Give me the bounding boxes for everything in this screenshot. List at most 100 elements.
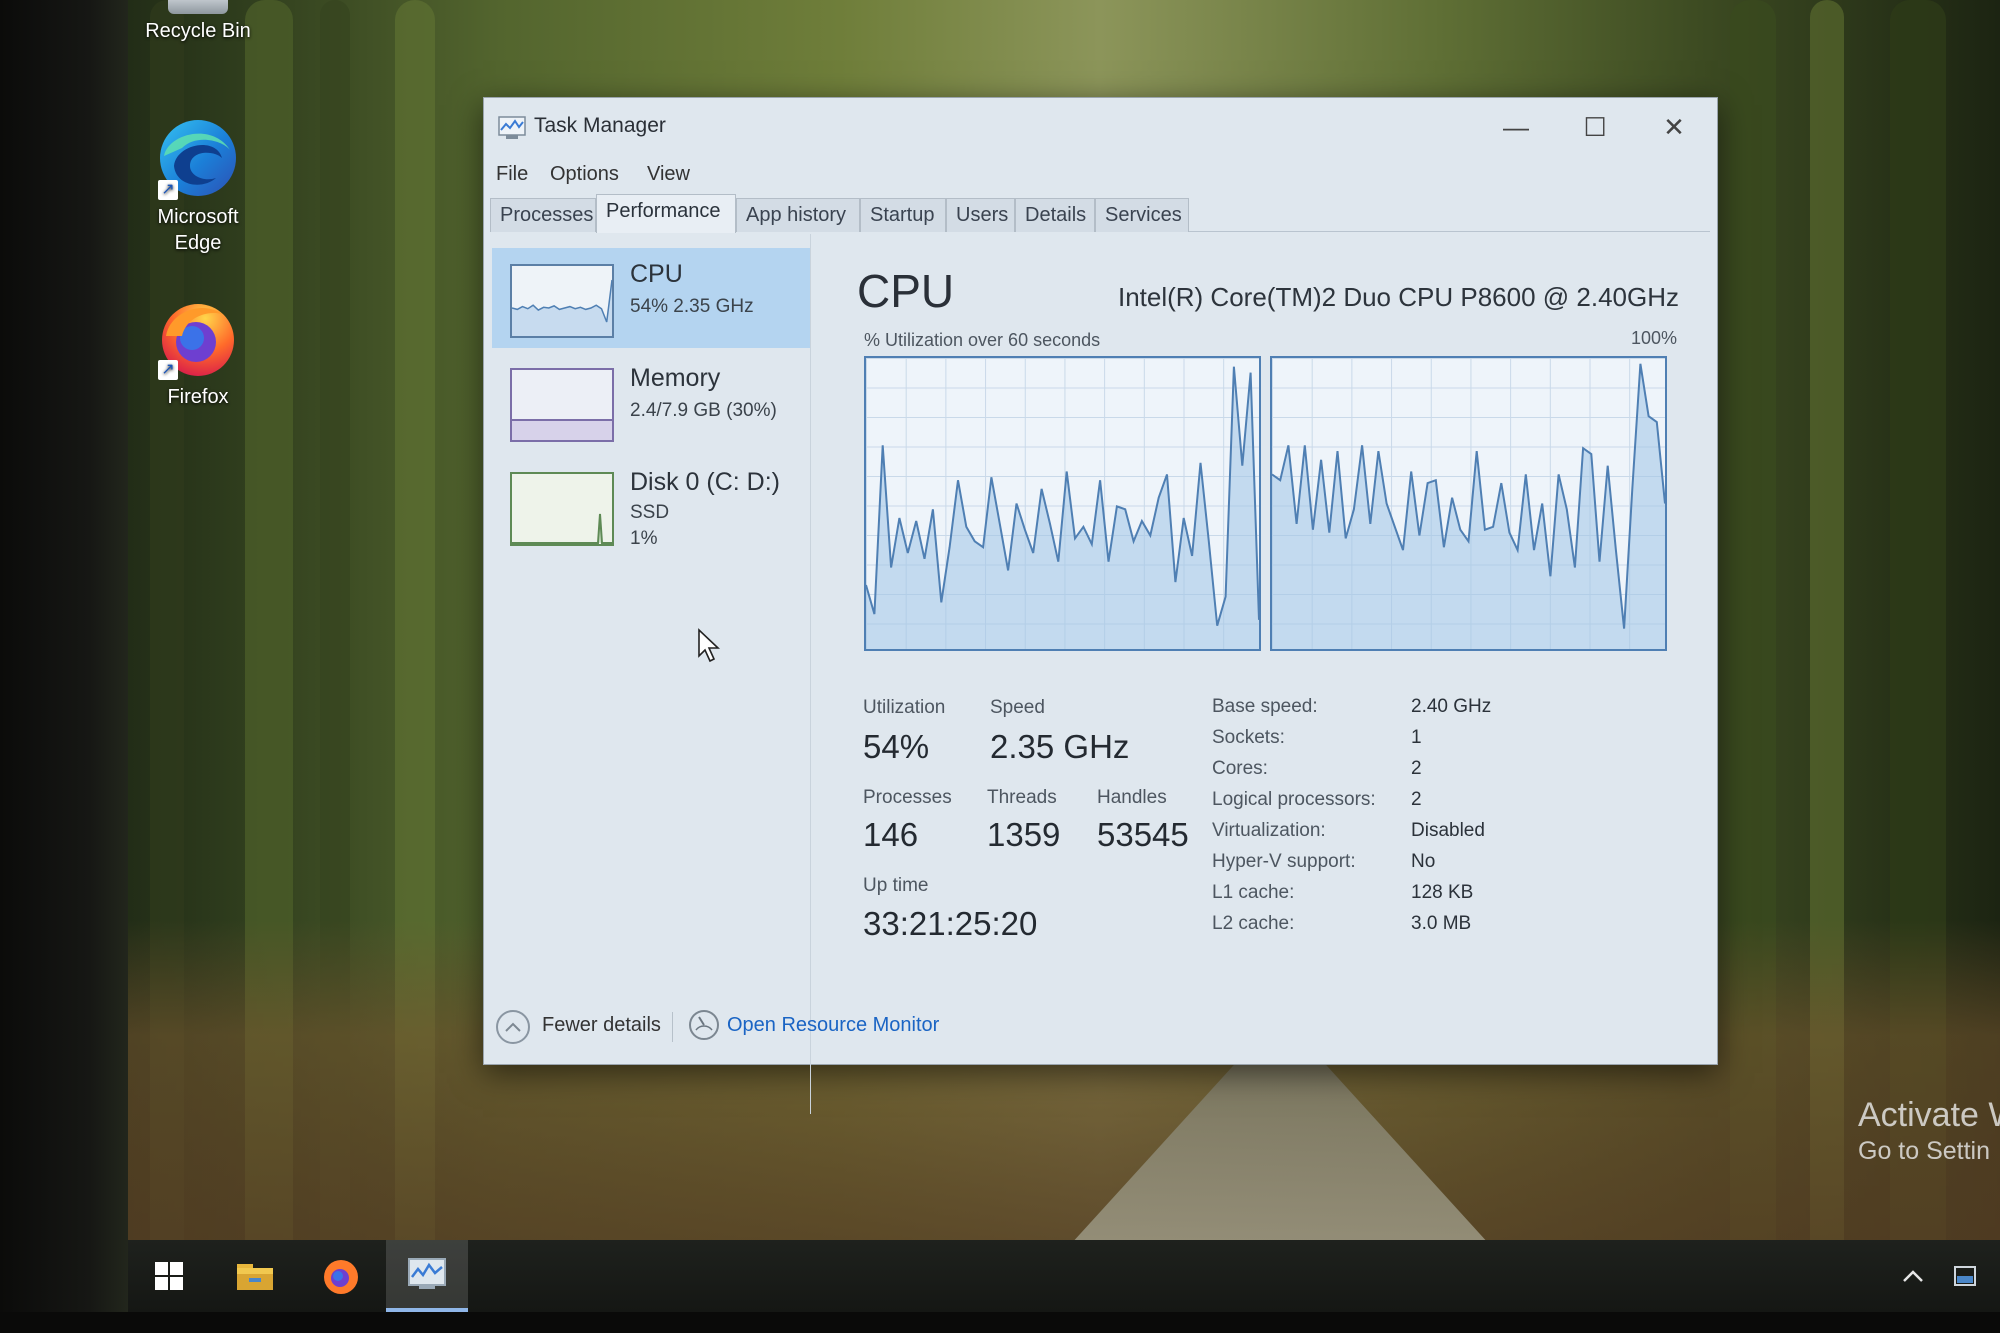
close-icon: ✕ — [1663, 111, 1685, 142]
desktop-icon-firefox[interactable]: ↗ Firefox — [128, 296, 268, 410]
firefox-icon — [324, 1260, 358, 1294]
sidebar-item-memory[interactable]: Memory 2.4/7.9 GB (30%) — [492, 352, 810, 452]
sidebar-item-detail: 54% 2.35 GHz — [630, 296, 754, 317]
activation-watermark: Activate W Go to Settin — [1858, 1095, 2000, 1167]
cpu-core-graph-0 — [864, 356, 1261, 651]
sidebar-item-title: CPU — [630, 260, 683, 288]
spec-key: Hyper-V support: — [1212, 851, 1356, 872]
start-button[interactable] — [128, 1240, 210, 1312]
tab-strip: Processes Performance App history Startu… — [490, 194, 1710, 233]
mouse-cursor-icon — [698, 628, 721, 663]
tab-startup[interactable]: Startup — [860, 198, 946, 232]
tab-processes[interactable]: Processes — [490, 198, 596, 232]
tray-notification-button[interactable] — [1940, 1240, 1990, 1312]
window-title: Task Manager — [534, 114, 666, 137]
tab-users[interactable]: Users — [946, 198, 1015, 232]
watermark-line2: Go to Settin — [1858, 1137, 1991, 1165]
menu-bar: File Options View — [484, 158, 1717, 192]
spec-value: 2 — [1411, 789, 1422, 810]
firefox-icon: ↗ — [156, 296, 240, 380]
spec-value: 1 — [1411, 727, 1422, 748]
taskbar — [128, 1240, 2000, 1312]
task-manager-window: Task Manager — ☐ ✕ File Options View Pro… — [483, 97, 1718, 1114]
processes-label: Processes — [863, 787, 952, 808]
cpu-sparkline — [510, 264, 614, 338]
utilization-value: 54% — [863, 728, 930, 765]
recycle-bin-icon — [168, 0, 228, 14]
edge-icon: ↗ — [156, 116, 240, 200]
close-button[interactable]: ✕ — [1642, 106, 1706, 148]
speed-label: Speed — [990, 697, 1045, 718]
spec-key: Sockets: — [1212, 727, 1285, 748]
spec-key: L2 cache: — [1212, 913, 1295, 934]
desktop-icon-label: Firefox — [167, 386, 229, 408]
maximize-icon: ☐ — [1583, 111, 1607, 142]
spec-value: 128 KB — [1411, 882, 1474, 903]
utilization-label: Utilization — [863, 697, 946, 718]
resource-monitor-icon — [689, 1010, 719, 1040]
taskbar-file-explorer[interactable] — [214, 1240, 296, 1312]
spec-key: L1 cache: — [1212, 882, 1295, 903]
minimize-icon: — — [1503, 111, 1529, 142]
graph-caption: % Utilization over 60 seconds — [864, 330, 1101, 350]
open-resource-monitor-link[interactable]: Open Resource Monitor — [727, 1014, 939, 1037]
desktop-icon-label: Microsoft Edge — [157, 206, 239, 254]
memory-sparkline — [510, 368, 614, 442]
shortcut-arrow-icon: ↗ — [158, 360, 178, 380]
tab-details[interactable]: Details — [1015, 198, 1095, 232]
tab-app-history[interactable]: App history — [736, 198, 860, 232]
task-manager-icon — [408, 1258, 446, 1289]
menu-view[interactable]: View — [647, 163, 690, 186]
sidebar-item-disk[interactable]: Disk 0 (C: D:) SSD 1% — [492, 456, 810, 566]
file-explorer-icon — [237, 1264, 273, 1290]
taskbar-task-manager[interactable] — [386, 1240, 468, 1312]
spec-value: 2.40 GHz — [1411, 696, 1492, 717]
processes-value: 146 — [863, 816, 919, 853]
cpu-core-graph-1 — [1270, 356, 1667, 651]
threads-label: Threads — [987, 787, 1057, 808]
spec-key: Cores: — [1212, 758, 1268, 779]
tab-services[interactable]: Services — [1095, 198, 1189, 232]
graph-max-label: 100% — [1630, 328, 1677, 348]
desktop-icon-recycle-bin[interactable]: Recycle Bin — [128, 0, 268, 44]
fewer-details-button[interactable]: Fewer details — [542, 1014, 661, 1037]
footer-divider — [672, 1012, 673, 1042]
desktop-icon-label: Recycle Bin — [145, 20, 251, 42]
spec-value: No — [1411, 851, 1436, 872]
chevron-up-icon[interactable] — [496, 1010, 530, 1044]
taskbar-firefox[interactable] — [300, 1240, 382, 1312]
title-bar[interactable]: Task Manager — ☐ ✕ — [484, 98, 1717, 158]
watermark-line1: Activate W — [1858, 1096, 2000, 1134]
footer: Fewer details Open Resource Monitor — [484, 998, 1717, 1058]
menu-options[interactable]: Options — [550, 163, 619, 186]
spec-key: Logical processors: — [1212, 789, 1376, 810]
cpu-model-name: Intel(R) Core(TM)2 Duo CPU P8600 @ 2.40G… — [1117, 282, 1679, 312]
spec-value: Disabled — [1411, 820, 1485, 841]
tab-performance[interactable]: Performance — [596, 194, 736, 233]
uptime-label: Up time — [863, 875, 929, 896]
menu-file[interactable]: File — [496, 163, 528, 186]
spec-key: Base speed: — [1212, 696, 1318, 717]
maximize-button[interactable]: ☐ — [1563, 106, 1627, 148]
chevron-up-icon — [1903, 1270, 1923, 1282]
spec-value: 2 — [1411, 758, 1422, 779]
sidebar-item-cpu[interactable]: CPU 54% 2.35 GHz — [492, 248, 810, 348]
start-icon — [155, 1262, 183, 1290]
sidebar-item-detail: 1% — [630, 528, 658, 549]
sidebar-item-title: Memory — [630, 364, 721, 392]
notification-icon — [1954, 1266, 1976, 1286]
spec-value: 3.0 MB — [1411, 913, 1472, 934]
threads-value: 1359 — [987, 816, 1061, 853]
handles-label: Handles — [1097, 787, 1167, 808]
disk-sparkline — [510, 472, 614, 546]
sidebar-item-detail: SSD — [630, 502, 670, 523]
sidebar-item-title: Disk 0 (C: D:) — [630, 468, 780, 496]
tray-overflow-button[interactable] — [1888, 1240, 1938, 1312]
shortcut-arrow-icon: ↗ — [158, 180, 178, 200]
spec-key: Virtualization: — [1212, 820, 1326, 841]
minimize-button[interactable]: — — [1484, 106, 1548, 148]
sidebar-item-detail: 2.4/7.9 GB (30%) — [630, 400, 777, 421]
page-title: CPU — [857, 265, 955, 317]
desktop-icon-edge[interactable]: ↗ Microsoft Edge — [128, 116, 268, 256]
handles-value: 53545 — [1097, 816, 1189, 853]
